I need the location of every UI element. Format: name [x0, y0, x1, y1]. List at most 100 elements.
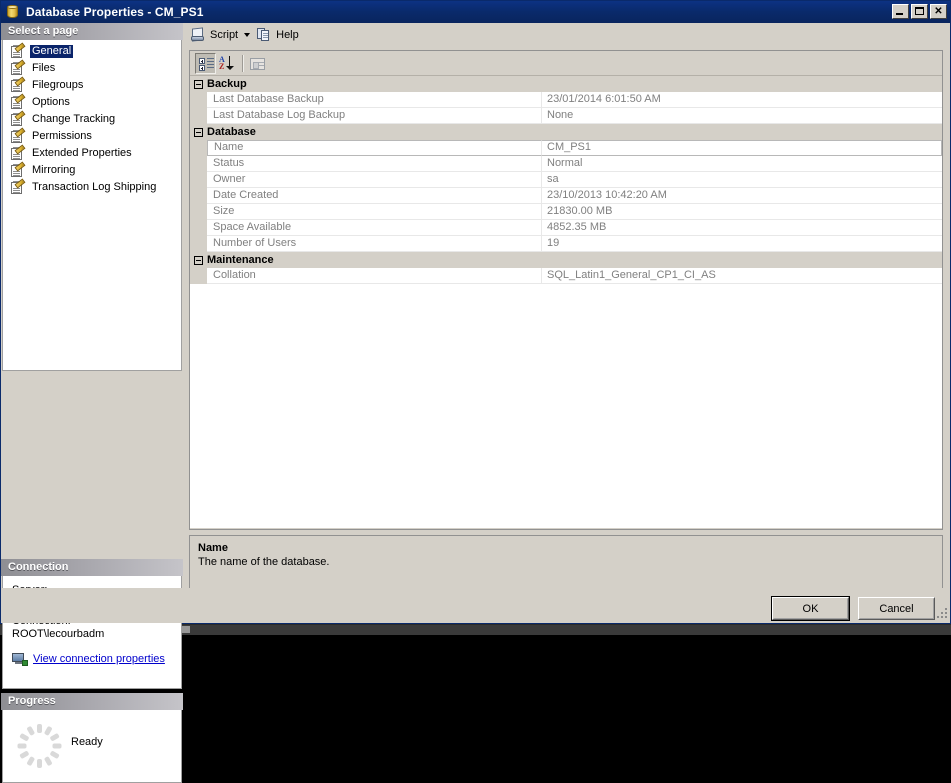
sidebar-item-change-tracking[interactable]: Change Tracking — [3, 109, 181, 128]
property-value[interactable]: Normal — [542, 156, 942, 172]
row-gutter — [190, 219, 207, 236]
grid-category-row[interactable]: Database — [190, 124, 942, 140]
script-button[interactable]: Script — [187, 25, 253, 45]
sidebar-item-label: Transaction Log Shipping — [32, 181, 157, 193]
minimize-button[interactable] — [892, 4, 909, 19]
view-connection-properties-row[interactable]: View connection properties — [12, 652, 172, 666]
help-button[interactable]: Help — [253, 25, 302, 45]
connection-header: Connection — [1, 559, 183, 576]
categorized-icon — [199, 57, 214, 71]
window-titlebar[interactable]: Database Properties - CM_PS1 ✕ — [1, 1, 950, 23]
table-row[interactable]: Status Normal — [190, 155, 942, 172]
sidebar-item-label: Filegroups — [32, 79, 84, 91]
window-controls: ✕ — [892, 4, 947, 19]
sidebar-item-extended-properties[interactable]: Extended Properties — [3, 143, 181, 162]
row-gutter — [190, 267, 207, 284]
maximize-button[interactable] — [911, 4, 928, 19]
sidebar-item-transaction-log-shipping[interactable]: Transaction Log Shipping — [3, 177, 181, 196]
resize-grip[interactable] — [935, 608, 948, 621]
category-label: Database — [207, 126, 256, 138]
property-name: Space Available — [207, 219, 542, 236]
close-button[interactable]: ✕ — [930, 4, 947, 19]
page-icon — [10, 177, 26, 195]
property-grid-container: AZ Backup Last Database Backup 23/01/201… — [189, 50, 943, 530]
sidebar-item-label: Files — [32, 62, 56, 74]
right-pane: Script Help A Z Backup Last Database Bac… — [183, 23, 950, 603]
ok-button[interactable]: OK — [771, 596, 850, 621]
grid-category-row[interactable]: Maintenance — [190, 252, 942, 268]
page-icon — [10, 75, 26, 93]
table-row[interactable]: Collation SQL_Latin1_General_CP1_CI_AS — [190, 267, 942, 284]
sidebar-item-label: Extended Properties — [32, 147, 132, 159]
property-value[interactable]: 23/01/2014 6:01:50 AM — [542, 92, 942, 108]
progress-header: Progress — [1, 693, 183, 710]
table-row[interactable]: Date Created 23/10/2013 10:42:20 AM — [190, 187, 942, 204]
connection-user-value: ROOT\lecourbadm — [12, 628, 105, 640]
sidebar-item-label: Change Tracking — [32, 113, 116, 125]
page-list: General Files Filegroups Options Change … — [2, 40, 182, 371]
sidebar-item-label: Permissions — [32, 130, 92, 142]
cancel-button[interactable]: Cancel — [858, 597, 935, 620]
category-label: Maintenance — [207, 254, 274, 266]
sidebar-item-filegroups[interactable]: Filegroups — [3, 75, 181, 94]
collapse-toggle-icon[interactable] — [190, 79, 207, 89]
property-value[interactable]: 4852.35 MB — [542, 220, 942, 236]
property-pages-button — [247, 53, 268, 74]
category-label: Backup — [207, 78, 247, 90]
ok-button-label: OK — [802, 602, 819, 615]
page-icon — [10, 126, 26, 144]
property-value[interactable]: None — [542, 108, 942, 124]
property-name: Size — [207, 203, 542, 220]
property-value[interactable]: CM_PS1 — [542, 139, 942, 156]
sort-az-icon: AZ — [219, 55, 236, 71]
progress-panel: Ready — [2, 710, 182, 783]
property-value[interactable]: sa — [542, 172, 942, 188]
row-gutter — [190, 171, 207, 188]
grid-category-row[interactable]: Backup — [190, 76, 942, 92]
table-row[interactable]: Number of Users 19 — [190, 235, 942, 252]
table-row[interactable]: Name CM_PS1 — [190, 139, 942, 156]
table-row[interactable]: Last Database Log Backup None — [190, 107, 942, 124]
description-text: The name of the database. — [198, 556, 330, 568]
spinner-icon — [17, 724, 61, 768]
page-icon — [10, 160, 26, 178]
property-name: Name — [207, 139, 542, 156]
property-name: Collation — [207, 267, 542, 284]
script-label: Script — [210, 29, 239, 41]
row-gutter — [190, 139, 207, 156]
property-value[interactable]: 21830.00 MB — [542, 204, 942, 220]
select-a-page-header: Select a page — [1, 23, 183, 40]
collapse-toggle-icon[interactable] — [190, 255, 207, 265]
sidebar-item-files[interactable]: Files — [3, 58, 181, 77]
script-icon — [190, 27, 206, 43]
cancel-button-label: Cancel — [879, 602, 914, 615]
help-label: Help — [276, 29, 299, 41]
property-value[interactable]: SQL_Latin1_General_CP1_CI_AS — [542, 268, 942, 284]
chevron-down-icon[interactable] — [244, 33, 251, 37]
page-icon — [10, 58, 26, 76]
view-connection-properties-link[interactable]: View connection properties — [33, 653, 165, 665]
table-row[interactable]: Space Available 4852.35 MB — [190, 219, 942, 236]
sidebar-item-label: General — [30, 45, 74, 58]
categorized-view-button[interactable] — [195, 52, 216, 74]
property-value[interactable]: 23/10/2013 10:42:20 AM — [542, 188, 942, 204]
sidebar-item-permissions[interactable]: Permissions — [3, 126, 181, 145]
property-name: Owner — [207, 171, 542, 188]
page-icon — [10, 41, 26, 59]
row-gutter — [190, 155, 207, 172]
table-row[interactable]: Owner sa — [190, 171, 942, 188]
property-grid[interactable]: Backup Last Database Backup 23/01/2014 6… — [190, 76, 942, 528]
sidebar-item-general[interactable]: General — [3, 41, 181, 60]
property-value[interactable]: 19 — [542, 236, 942, 252]
help-icon — [256, 27, 272, 43]
alphabetical-sort-button[interactable]: AZ — [217, 53, 238, 74]
table-row[interactable]: Size 21830.00 MB — [190, 203, 942, 220]
sidebar-item-mirroring[interactable]: Mirroring — [3, 160, 181, 179]
page-icon — [10, 92, 26, 110]
sidebar-item-options[interactable]: Options — [3, 92, 181, 111]
table-row[interactable]: Last Database Backup 23/01/2014 6:01:50 … — [190, 91, 942, 108]
property-pages-icon — [250, 57, 265, 70]
row-gutter — [190, 187, 207, 204]
collapse-toggle-icon[interactable] — [190, 127, 207, 137]
description-title: Name — [198, 542, 228, 554]
